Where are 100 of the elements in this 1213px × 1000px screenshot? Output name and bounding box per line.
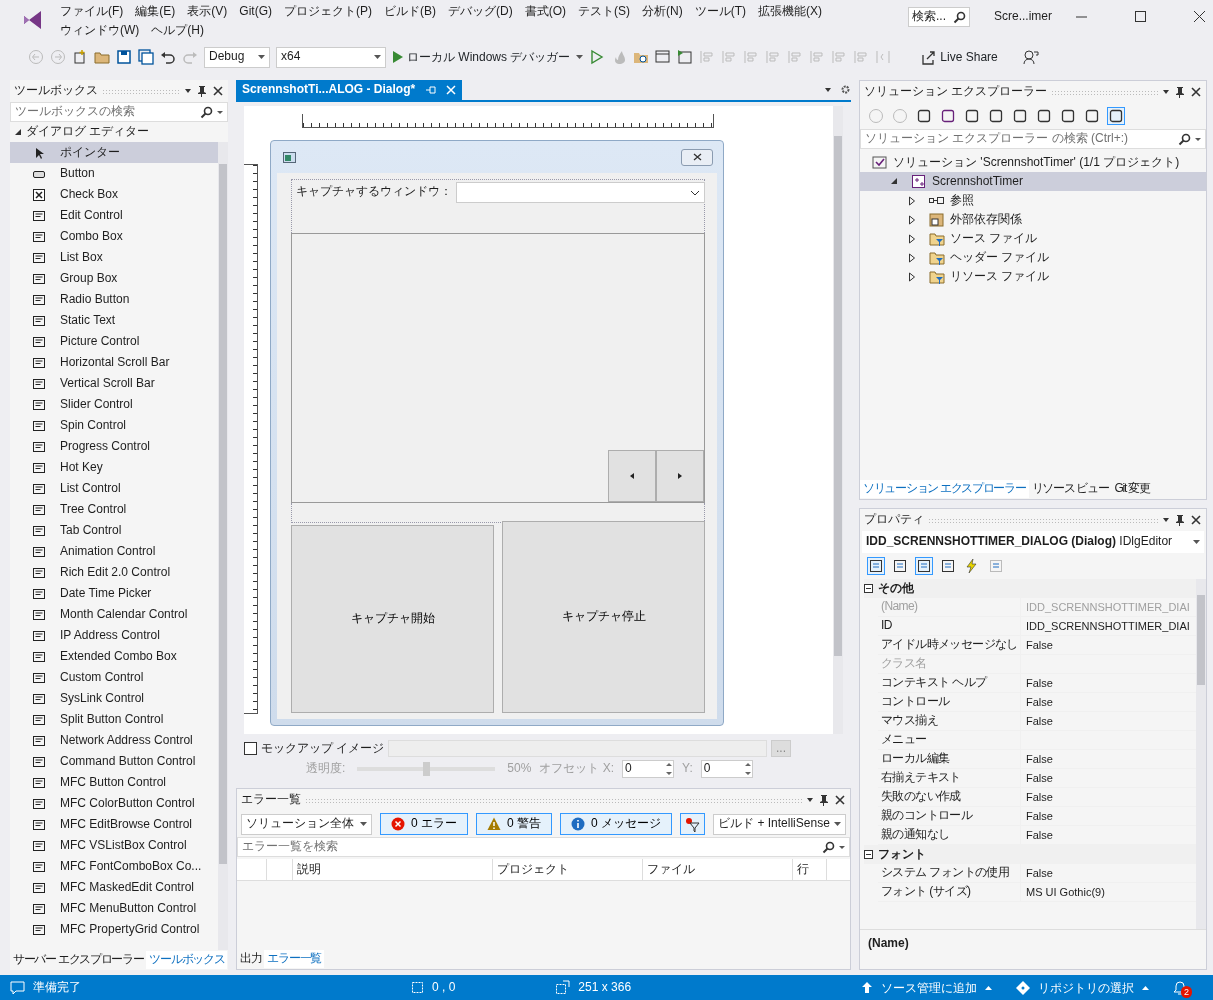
toolbox-item[interactable]: Animation Control — [10, 541, 218, 562]
toolbox-item[interactable]: Rich Edit 2.0 Control — [10, 562, 218, 583]
dropdown-icon[interactable] — [806, 796, 814, 804]
property-value[interactable]: False — [1020, 712, 1196, 731]
slider-thumb[interactable] — [423, 762, 431, 776]
pin-icon[interactable] — [1174, 86, 1186, 98]
dropdown-icon[interactable] — [824, 86, 832, 94]
menu-item[interactable]: ビルド(B) — [378, 3, 442, 22]
property-value[interactable]: False — [1020, 769, 1196, 788]
save-all-icon[interactable] — [138, 49, 154, 65]
document-tab[interactable]: ScrennshotTi...ALOG - Dialog* — [236, 80, 463, 100]
toolbox-item[interactable]: Progress Control — [10, 436, 218, 457]
feedback-icon[interactable] — [1021, 49, 1039, 65]
toolbox-item[interactable]: Radio Button — [10, 289, 218, 310]
search-icon[interactable] — [822, 840, 835, 854]
tree-item[interactable]: リソース ファイル — [860, 267, 1206, 286]
toolbox-item[interactable]: Extended Combo Box — [10, 646, 218, 667]
menu-item[interactable]: ウィンドウ(W) — [54, 22, 146, 41]
toolbox-item[interactable]: Spin Control — [10, 415, 218, 436]
expand-arrow-icon[interactable] — [908, 233, 916, 244]
expand-arrow-icon[interactable] — [908, 271, 916, 282]
toolbox-item[interactable]: Vertical Scroll Bar — [10, 373, 218, 394]
menu-item[interactable]: 編集(E) — [129, 3, 182, 22]
build-dropdown[interactable]: ビルド + IntelliSense — [713, 813, 846, 835]
menu-item[interactable]: 拡張機能(X) — [752, 3, 828, 22]
menu-item[interactable]: 書式(O) — [518, 3, 572, 22]
toolbox-item[interactable]: Picture Control — [10, 331, 218, 352]
test-dialog-icon[interactable] — [677, 49, 694, 65]
filter-button[interactable]: 0 メッセージ — [560, 813, 673, 835]
toolbox-item[interactable]: MFC FontComboBox Co... — [10, 856, 218, 877]
toolbox-item[interactable]: Tree Control — [10, 499, 218, 520]
toolbox-item[interactable]: Group Box — [10, 268, 218, 289]
expand-arrow-icon[interactable] — [908, 214, 916, 225]
toolbox-item[interactable]: Tab Control — [10, 520, 218, 541]
scrollbar[interactable] — [1196, 579, 1206, 929]
spin-field[interactable]: 0 — [622, 760, 675, 778]
toolbox-item[interactable]: MFC MaskedEdit Control — [10, 877, 218, 898]
toolbox-item[interactable]: IP Address Control — [10, 625, 218, 646]
close-icon[interactable] — [1194, 11, 1205, 22]
scrollbar[interactable] — [833, 106, 843, 734]
repository-button[interactable]: リポジトリの選択 — [1016, 978, 1149, 997]
expand-arrow-icon[interactable] — [908, 195, 916, 206]
scrollbar[interactable] — [218, 142, 228, 950]
toolbox-item[interactable]: MFC EditBrowse Control — [10, 814, 218, 835]
toolbox-item[interactable]: List Box — [10, 247, 218, 268]
caret-icon[interactable] — [217, 110, 223, 114]
tree-item[interactable]: ソリューション 'ScrennshotTimer' (1/1 プロジェクト) — [860, 153, 1206, 172]
live-share-button[interactable]: Live Share — [921, 48, 998, 66]
dropdown-icon[interactable] — [184, 87, 192, 95]
menu-item[interactable]: デバッグ(D) — [442, 3, 519, 22]
new-item-icon[interactable] — [72, 49, 88, 65]
close-icon[interactable] — [834, 794, 846, 806]
toolbox-item[interactable]: Month Calendar Control — [10, 604, 218, 625]
caret-icon[interactable] — [576, 55, 584, 59]
group-header[interactable]: ダイアログ エディター — [26, 124, 150, 140]
menu-item[interactable]: テスト(S) — [572, 3, 636, 22]
toolbox-item[interactable]: Split Button Control — [10, 709, 218, 730]
property-value[interactable]: False — [1020, 788, 1196, 807]
toolbox-item[interactable]: MFC ColorButton Control — [10, 793, 218, 814]
toolbox-item[interactable]: Slider Control — [10, 394, 218, 415]
object-dropdown[interactable]: IDD_SCRENNSHOTTIMER_DIALOG (Dialog) IDlgEditor — [862, 531, 1204, 553]
filter-button[interactable] — [680, 813, 706, 835]
scope-dropdown[interactable]: ソリューション全体 — [241, 813, 373, 835]
window-icon[interactable] — [655, 49, 672, 65]
save-icon[interactable] — [116, 49, 132, 65]
dialog-button[interactable]: キャプチャ停止 — [502, 521, 705, 713]
dropdown-icon[interactable] — [1162, 88, 1170, 96]
search-field[interactable]: ソリューション エクスプローラー の検索 (Ctrl+:) — [860, 129, 1206, 149]
search-field[interactable]: ツールボックスの検索 — [10, 102, 228, 122]
dropdown-icon[interactable] — [1162, 516, 1170, 524]
tree-item[interactable]: ソース ファイル — [860, 229, 1206, 248]
expand-arrow-icon[interactable] — [890, 176, 898, 187]
caret-icon[interactable] — [834, 822, 841, 826]
folder-icon[interactable] — [94, 49, 110, 65]
close-icon[interactable] — [1190, 514, 1202, 526]
toolbox-item[interactable]: Horizontal Scroll Bar — [10, 352, 218, 373]
dialog-button[interactable]: キャプチャ開始 — [291, 525, 494, 713]
filter-button[interactable]: 0 警告 — [476, 813, 553, 835]
tree-item[interactable]: 外部依存関係 — [860, 210, 1206, 229]
panel-tab[interactable]: リソース ビュー — [1028, 480, 1112, 498]
menu-item[interactable]: Git(G) — [233, 3, 278, 22]
toolbox-item[interactable]: Custom Control — [10, 667, 218, 688]
toolbox-item[interactable]: Command Button Control — [10, 751, 218, 772]
panel-tab[interactable]: ツールボックス — [146, 951, 228, 969]
caret-icon[interactable] — [1195, 137, 1201, 141]
close-icon[interactable] — [212, 85, 224, 97]
source-control-button[interactable]: ソース管理に追加 — [861, 978, 992, 997]
toolbox-item[interactable]: Date Time Picker — [10, 583, 218, 604]
panel-tab[interactable]: サーバー エクスプローラー — [10, 951, 147, 969]
caret-icon[interactable] — [258, 55, 265, 59]
property-value[interactable]: False — [1020, 693, 1196, 712]
search-field[interactable]: エラー一覧を検索 — [237, 837, 850, 857]
panel-tab[interactable]: Git 変更 — [1111, 480, 1153, 498]
tree-item[interactable]: 参照 — [860, 191, 1206, 210]
menu-item[interactable]: 分析(N) — [636, 3, 689, 22]
toolbox-item[interactable]: SysLink Control — [10, 688, 218, 709]
menu-item[interactable]: ヘルプ(H) — [145, 22, 210, 41]
caret-icon[interactable] — [360, 822, 368, 826]
toolbox-item[interactable]: Edit Control — [10, 205, 218, 226]
column-header[interactable]: 説明 — [293, 859, 493, 880]
